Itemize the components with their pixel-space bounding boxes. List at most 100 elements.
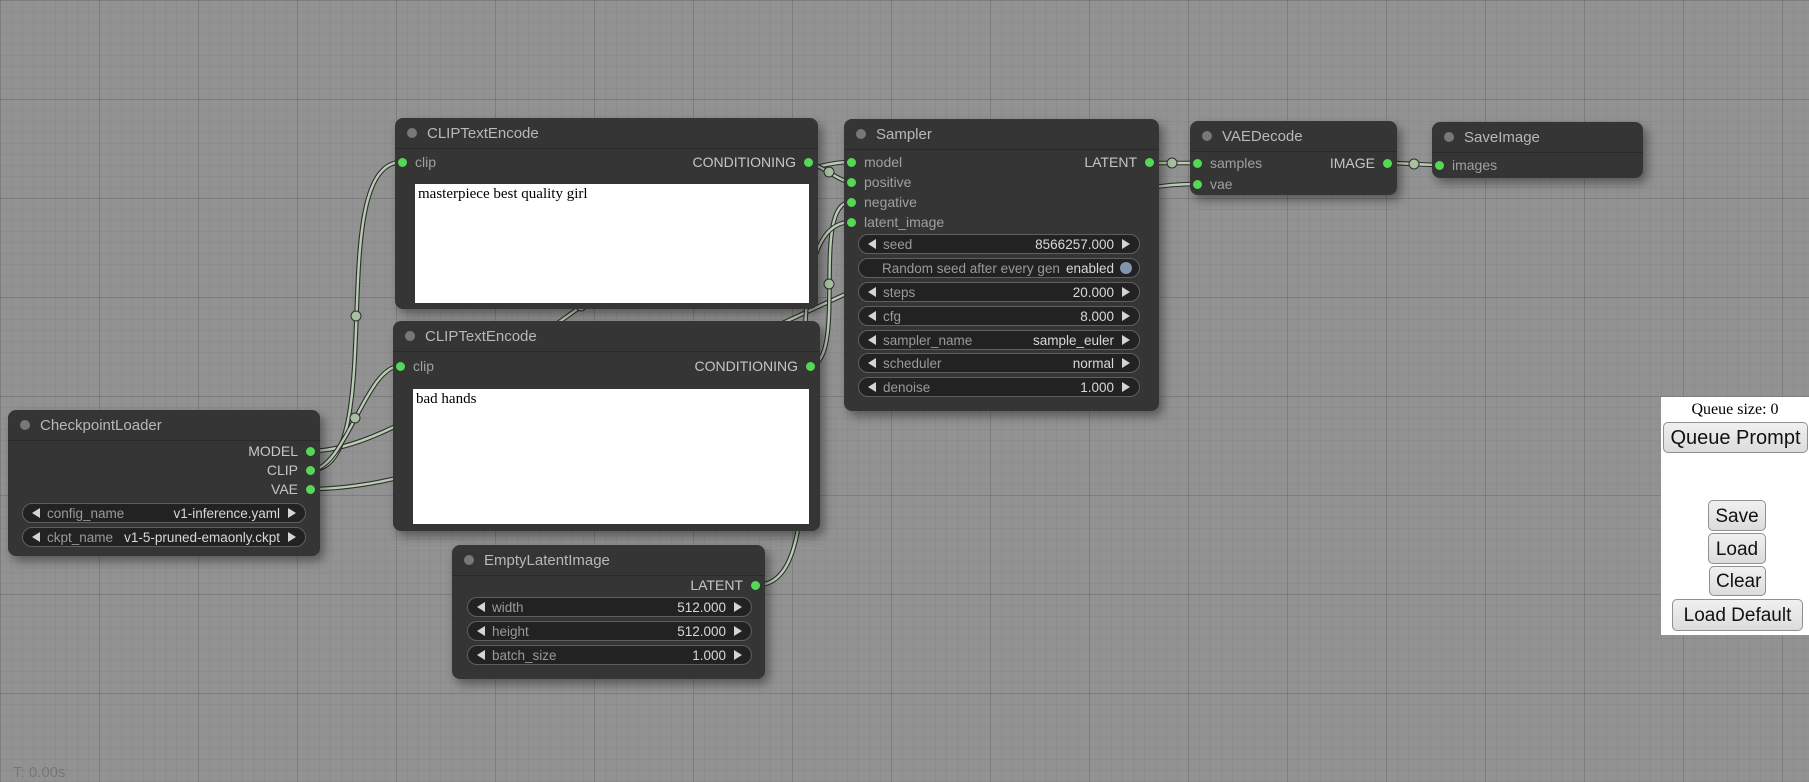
toggle-icon[interactable]: [1120, 262, 1132, 274]
stepper-left-icon[interactable]: [868, 358, 876, 368]
input-port-vae[interactable]: vae: [1193, 176, 1233, 192]
stepper-right-icon[interactable]: [1122, 311, 1130, 321]
output-port-model[interactable]: MODEL: [248, 443, 315, 459]
input-port-positive[interactable]: positive: [847, 174, 911, 190]
negative-prompt-textarea[interactable]: bad hands: [413, 389, 809, 524]
output-port-vae[interactable]: VAE: [271, 481, 315, 497]
output-port-conditioning[interactable]: CONDITIONING: [693, 154, 813, 170]
collapse-dot-icon[interactable]: [1202, 131, 1212, 141]
stepper-left-icon[interactable]: [477, 602, 485, 612]
output-port-conditioning[interactable]: CONDITIONING: [695, 358, 815, 374]
stepper-right-icon[interactable]: [288, 508, 296, 518]
link-midpoint-dot[interactable]: [351, 311, 361, 321]
stepper-right-icon[interactable]: [734, 626, 742, 636]
widget-batch-size[interactable]: batch_size 1.000: [467, 645, 752, 665]
input-dot-icon[interactable]: [847, 218, 856, 227]
widget-cfg[interactable]: cfg 8.000: [858, 306, 1140, 326]
widget-config-name[interactable]: config_name v1-inference.yaml: [22, 503, 306, 523]
stepper-left-icon[interactable]: [477, 626, 485, 636]
input-port-images[interactable]: images: [1435, 157, 1497, 173]
stepper-right-icon[interactable]: [1122, 358, 1130, 368]
output-dot-icon[interactable]: [1145, 158, 1154, 167]
input-dot-icon[interactable]: [847, 198, 856, 207]
output-dot-icon[interactable]: [751, 581, 760, 590]
comfyui-canvas[interactable]: { "canvas": { "stats_text": "T: 0.00s" }…: [0, 0, 1809, 782]
output-dot-icon[interactable]: [306, 447, 315, 456]
collapse-dot-icon[interactable]: [464, 555, 474, 565]
input-dot-icon[interactable]: [396, 362, 405, 371]
widget-height[interactable]: height 512.000: [467, 621, 752, 641]
node-clip-text-encode-negative[interactable]: CLIPTextEncode clip CONDITIONING bad han…: [393, 321, 820, 531]
load-default-button[interactable]: Load Default: [1672, 599, 1803, 631]
input-port-latent-image[interactable]: latent_image: [847, 214, 944, 230]
stepper-left-icon[interactable]: [868, 311, 876, 321]
output-port-latent[interactable]: LATENT: [690, 577, 760, 593]
input-port-samples[interactable]: samples: [1193, 155, 1262, 171]
clear-button[interactable]: Clear: [1709, 566, 1766, 596]
link-midpoint-dot[interactable]: [1167, 158, 1177, 168]
widget-steps[interactable]: steps 20.000: [858, 282, 1140, 302]
stepper-right-icon[interactable]: [1122, 382, 1130, 392]
stepper-left-icon[interactable]: [32, 508, 40, 518]
node-title-bar[interactable]: VAEDecode: [1190, 121, 1397, 152]
widget-width[interactable]: width 512.000: [467, 597, 752, 617]
output-dot-icon[interactable]: [306, 466, 315, 475]
node-sampler[interactable]: Sampler model LATENT positive negative l…: [844, 119, 1159, 411]
widget-seed[interactable]: seed 8566257.000: [858, 234, 1140, 254]
input-port-clip[interactable]: clip: [396, 358, 434, 374]
input-port-clip[interactable]: clip: [398, 154, 436, 170]
node-title-bar[interactable]: EmptyLatentImage: [452, 545, 765, 576]
stepper-right-icon[interactable]: [1122, 335, 1130, 345]
collapse-dot-icon[interactable]: [856, 129, 866, 139]
collapse-dot-icon[interactable]: [1444, 132, 1454, 142]
stepper-left-icon[interactable]: [868, 335, 876, 345]
positive-prompt-textarea[interactable]: masterpiece best quality girl: [415, 184, 809, 303]
input-dot-icon[interactable]: [1193, 180, 1202, 189]
node-title-bar[interactable]: Sampler: [844, 119, 1159, 150]
load-button[interactable]: Load: [1708, 533, 1766, 564]
node-title-bar[interactable]: CLIPTextEncode: [393, 321, 820, 352]
node-clip-text-encode-positive[interactable]: CLIPTextEncode clip CONDITIONING masterp…: [395, 118, 818, 309]
collapse-dot-icon[interactable]: [405, 331, 415, 341]
stepper-left-icon[interactable]: [32, 532, 40, 542]
stepper-left-icon[interactable]: [477, 650, 485, 660]
node-title-bar[interactable]: CheckpointLoader: [8, 410, 320, 441]
input-port-negative[interactable]: negative: [847, 194, 917, 210]
output-dot-icon[interactable]: [306, 485, 315, 494]
node-empty-latent-image[interactable]: EmptyLatentImage LATENT width 512.000 he…: [452, 545, 765, 679]
input-dot-icon[interactable]: [847, 158, 856, 167]
queue-prompt-button[interactable]: Queue Prompt: [1663, 422, 1808, 453]
node-vae-decode[interactable]: VAEDecode samples IMAGE vae: [1190, 121, 1397, 195]
output-port-image[interactable]: IMAGE: [1330, 155, 1392, 171]
node-title-bar[interactable]: CLIPTextEncode: [395, 118, 818, 149]
output-dot-icon[interactable]: [806, 362, 815, 371]
stepper-right-icon[interactable]: [288, 532, 296, 542]
output-port-latent[interactable]: LATENT: [1084, 154, 1154, 170]
save-button[interactable]: Save: [1708, 500, 1766, 531]
output-dot-icon[interactable]: [804, 158, 813, 167]
link-midpoint-dot[interactable]: [824, 167, 834, 177]
widget-scheduler[interactable]: scheduler normal: [858, 353, 1140, 373]
input-dot-icon[interactable]: [398, 158, 407, 167]
collapse-dot-icon[interactable]: [20, 420, 30, 430]
link-midpoint-dot[interactable]: [1409, 159, 1419, 169]
widget-denoise[interactable]: denoise 1.000: [858, 377, 1140, 397]
stepper-left-icon[interactable]: [868, 382, 876, 392]
input-dot-icon[interactable]: [1193, 159, 1202, 168]
widget-sampler-name[interactable]: sampler_name sample_euler: [858, 330, 1140, 350]
stepper-right-icon[interactable]: [1122, 287, 1130, 297]
widget-ckpt-name[interactable]: ckpt_name v1-5-pruned-emaonly.ckpt: [22, 527, 306, 547]
input-dot-icon[interactable]: [1435, 161, 1444, 170]
output-dot-icon[interactable]: [1383, 159, 1392, 168]
input-port-model[interactable]: model: [847, 154, 902, 170]
stepper-left-icon[interactable]: [868, 287, 876, 297]
stepper-right-icon[interactable]: [1122, 239, 1130, 249]
node-save-image[interactable]: SaveImage images: [1432, 122, 1643, 178]
stepper-left-icon[interactable]: [868, 239, 876, 249]
stepper-right-icon[interactable]: [734, 650, 742, 660]
widget-random-seed-toggle[interactable]: Random seed after every gen enabled: [858, 258, 1140, 278]
node-checkpoint-loader[interactable]: CheckpointLoader MODEL CLIP VAE config_n…: [8, 410, 320, 556]
link-midpoint-dot[interactable]: [350, 413, 360, 423]
stepper-right-icon[interactable]: [734, 602, 742, 612]
collapse-dot-icon[interactable]: [407, 128, 417, 138]
